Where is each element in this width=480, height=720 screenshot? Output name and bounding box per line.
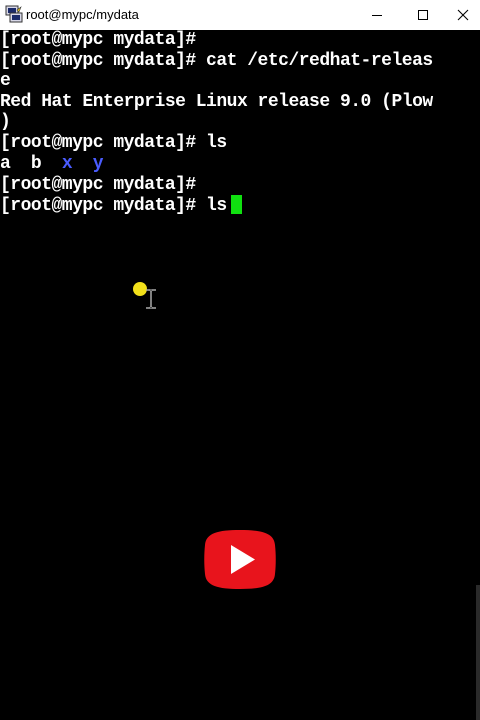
terminal-line: [root@mypc mydata]# [0,175,196,195]
directory-entry: x [61,154,73,174]
close-button[interactable] [446,0,480,30]
scrollbar-track[interactable] [476,585,480,720]
title-bar: root@mypc/mydata [0,0,480,30]
terminal-screen[interactable]: [root@mypc mydata]# [root@mypc mydata]# … [0,30,480,720]
terminal-line: e [0,71,11,91]
window-title: root@mypc/mydata [26,7,139,22]
i-beam-cursor-icon [146,289,156,309]
directory-entry: y [92,154,104,174]
file-entry: b [30,154,42,174]
terminal-line: [root@mypc mydata]# cat /etc/redhat-rele… [0,51,433,71]
close-icon [457,9,469,21]
minimize-icon [372,15,382,16]
maximize-button[interactable] [400,0,446,30]
text-cursor [230,195,242,214]
terminal-line: ) [0,112,11,132]
current-prompt-line[interactable]: [root@mypc mydata]# ls [0,195,242,216]
terminal-line: Red Hat Enterprise Linux release 9.0 (Pl… [0,92,433,112]
play-button-icon[interactable] [204,529,276,590]
minimize-button[interactable] [354,0,400,30]
terminal-line: [root@mypc mydata]# ls [0,133,227,153]
prompt-text: [root@mypc mydata]# ls [0,196,227,216]
putty-terminal-icon [5,5,23,23]
terminal-line: [root@mypc mydata]# [0,30,196,50]
maximize-icon [418,10,428,20]
ls-output-line: a b x y [0,154,104,174]
file-entry: a [0,154,11,174]
